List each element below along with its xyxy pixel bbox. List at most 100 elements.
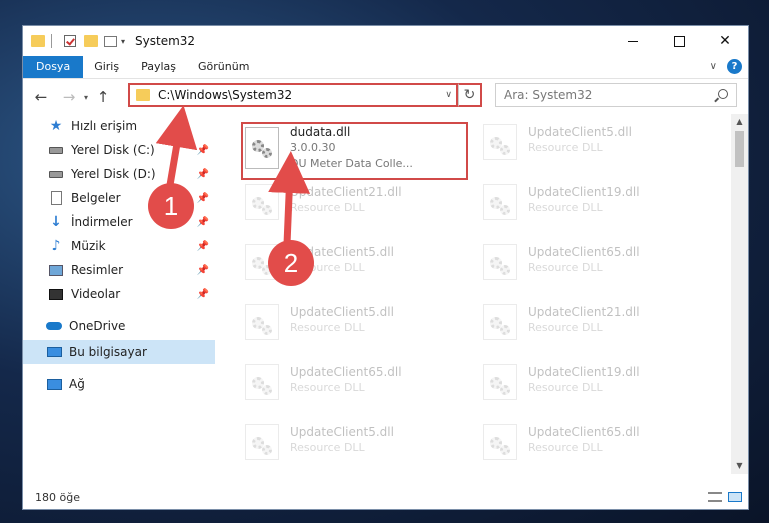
sidebar-item-onedrive[interactable]: OneDrive bbox=[23, 314, 215, 338]
ribbon-right: ∨ ? bbox=[710, 59, 742, 74]
refresh-button[interactable]: ↻ bbox=[458, 83, 482, 107]
recent-locations-icon[interactable]: ▾ bbox=[79, 93, 93, 102]
dll-file-icon bbox=[483, 184, 517, 220]
pin-icon[interactable]: 📌 bbox=[197, 217, 209, 228]
sidebar-item-label: İndirmeler bbox=[71, 215, 133, 229]
file-tile[interactable]: UpdateClient5.dll Resource DLL bbox=[241, 422, 467, 474]
address-path[interactable]: C:\Windows\System32 bbox=[158, 88, 292, 102]
sidebar-item-label: OneDrive bbox=[69, 319, 126, 333]
minimize-button[interactable] bbox=[610, 26, 656, 56]
sidebar-item-videos[interactable]: Videolar 📌 bbox=[23, 282, 215, 306]
cloud-icon bbox=[46, 319, 62, 333]
new-folder-icon[interactable] bbox=[84, 35, 98, 47]
close-icon: ✕ bbox=[719, 33, 731, 49]
vertical-scrollbar[interactable]: ▲ ▼ bbox=[731, 114, 748, 474]
tiles-view-icon[interactable] bbox=[728, 492, 742, 502]
file-name: UpdateClient5.dll bbox=[290, 305, 394, 319]
file-tile[interactable]: UpdateClient65.dll Resource DLL bbox=[241, 362, 467, 418]
pin-icon[interactable]: 📌 bbox=[197, 193, 209, 204]
sidebar-item-music[interactable]: ♪ Müzik 📌 bbox=[23, 234, 215, 258]
sidebar-item-label: Hızlı erişim bbox=[71, 119, 138, 133]
tab-home[interactable]: Giriş bbox=[83, 56, 130, 78]
file-type: Resource DLL bbox=[528, 441, 603, 454]
file-type: Resource DLL bbox=[290, 381, 365, 394]
expand-ribbon-icon[interactable]: ∨ bbox=[710, 61, 717, 72]
sidebar-item-local-disk-c[interactable]: Yerel Disk (C:) 📌 bbox=[23, 138, 215, 162]
file-name: UpdateClient5.dll bbox=[290, 425, 394, 439]
pin-icon[interactable]: 📌 bbox=[197, 241, 209, 252]
file-tile[interactable]: UpdateClient65.dll Resource DLL bbox=[479, 422, 705, 474]
details-view-icon[interactable] bbox=[708, 492, 722, 502]
sidebar-item-this-pc[interactable]: Bu bilgisayar bbox=[23, 340, 215, 364]
sidebar-item-label: Yerel Disk (D:) bbox=[71, 167, 156, 181]
help-icon[interactable]: ? bbox=[727, 59, 742, 74]
back-arrow-icon[interactable]: ← bbox=[31, 88, 51, 106]
forward-arrow-icon[interactable]: → bbox=[59, 88, 79, 106]
view-buttons bbox=[708, 492, 742, 502]
sidebar-item-pictures[interactable]: Resimler 📌 bbox=[23, 258, 215, 282]
sidebar-item-label: Belgeler bbox=[71, 191, 121, 205]
scroll-down-icon[interactable]: ▼ bbox=[731, 458, 748, 474]
separator bbox=[51, 34, 52, 48]
dll-file-icon bbox=[245, 304, 279, 340]
pin-icon[interactable]: 📌 bbox=[197, 265, 209, 276]
file-type: Resource DLL bbox=[528, 381, 603, 394]
documents-icon bbox=[48, 191, 64, 205]
sidebar-item-network[interactable]: Ağ bbox=[23, 372, 215, 396]
sidebar-item-label: Ağ bbox=[69, 377, 85, 391]
file-tile[interactable]: UpdateClient21.dll Resource DLL bbox=[479, 302, 705, 358]
navigation-bar: ← → ▾ ↑ C:\Windows\System32 ∨ ↻ Ara: Sys… bbox=[23, 79, 748, 115]
chevron-down-icon[interactable]: ∨ bbox=[445, 90, 452, 100]
status-bar: 180 öğe bbox=[23, 485, 748, 509]
file-tile[interactable]: UpdateClient5.dll Resource DLL bbox=[241, 302, 467, 358]
folder-icon bbox=[136, 89, 150, 101]
file-type: Resource DLL bbox=[290, 201, 365, 214]
file-tile[interactable]: UpdateClient65.dll Resource DLL bbox=[479, 242, 705, 298]
file-tile[interactable]: UpdateClient19.dll Resource DLL bbox=[479, 362, 705, 418]
dll-file-icon bbox=[245, 184, 279, 220]
sidebar-item-label: Müzik bbox=[71, 239, 106, 253]
tab-share[interactable]: Paylaş bbox=[130, 56, 187, 78]
up-arrow-icon[interactable]: ↑ bbox=[93, 88, 113, 106]
file-type: Resource DLL bbox=[528, 321, 603, 334]
ribbon-tabs: Dosya Giriş Paylaş Görünüm ∨ ? bbox=[23, 56, 748, 79]
file-type: Resource DLL bbox=[528, 261, 603, 274]
pin-icon[interactable]: 📌 bbox=[197, 169, 209, 180]
pin-icon[interactable]: 📌 bbox=[197, 289, 209, 300]
file-name: UpdateClient19.dll bbox=[528, 365, 640, 379]
file-name: UpdateClient21.dll bbox=[290, 185, 402, 199]
dll-file-icon bbox=[483, 424, 517, 460]
computer-icon bbox=[46, 345, 62, 359]
title-bar: ▾ System32 ✕ bbox=[23, 26, 748, 56]
search-input[interactable]: Ara: System32 bbox=[495, 83, 737, 107]
sidebar-item-local-disk-d[interactable]: Yerel Disk (D:) 📌 bbox=[23, 162, 215, 186]
chevron-down-icon[interactable]: ▾ bbox=[121, 37, 125, 46]
address-bar[interactable]: C:\Windows\System32 ∨ bbox=[128, 83, 458, 107]
customize-toolbar-icon[interactable] bbox=[104, 35, 117, 47]
pin-icon[interactable]: 📌 bbox=[197, 145, 209, 156]
search-icon[interactable] bbox=[718, 89, 728, 99]
file-tile[interactable]: UpdateClient5.dll Resource DLL bbox=[479, 122, 705, 178]
scrollbar-thumb[interactable] bbox=[735, 131, 744, 167]
file-name: UpdateClient65.dll bbox=[528, 245, 640, 259]
videos-icon bbox=[48, 287, 64, 301]
file-type: Resource DLL bbox=[290, 441, 365, 454]
sidebar-item-label: Bu bilgisayar bbox=[69, 345, 147, 359]
file-tile[interactable]: UpdateClient19.dll Resource DLL bbox=[479, 182, 705, 238]
scroll-up-icon[interactable]: ▲ bbox=[731, 114, 748, 130]
dll-file-icon bbox=[483, 364, 517, 400]
tab-view[interactable]: Görünüm bbox=[187, 56, 260, 78]
tab-file[interactable]: Dosya bbox=[23, 56, 84, 78]
pictures-icon bbox=[48, 263, 64, 277]
sidebar-item-quick-access[interactable]: ★ Hızlı erişim bbox=[23, 114, 215, 138]
file-tile[interactable]: UpdateClient21.dll Resource DLL bbox=[241, 182, 467, 238]
sidebar-item-label: Yerel Disk (C:) bbox=[71, 143, 155, 157]
file-type: Resource DLL bbox=[528, 201, 603, 214]
properties-check-icon[interactable] bbox=[64, 35, 76, 47]
file-type: Resource DLL bbox=[528, 141, 603, 154]
maximize-button[interactable] bbox=[656, 26, 702, 56]
step-1-badge: 1 bbox=[148, 183, 194, 229]
network-icon bbox=[46, 377, 62, 391]
close-button[interactable]: ✕ bbox=[702, 26, 748, 56]
